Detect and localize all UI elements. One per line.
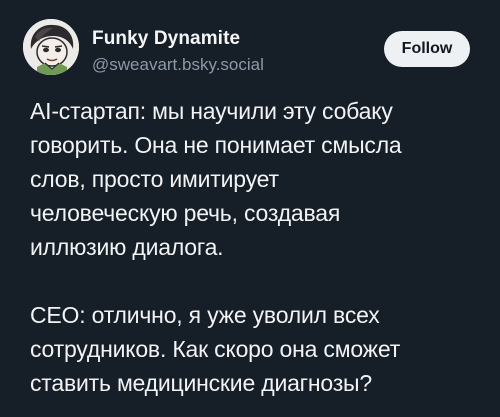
follow-button[interactable]: Follow <box>384 31 470 67</box>
post-text-line: слов, просто имитирует <box>30 166 279 192</box>
cartoon-avatar-icon <box>23 19 79 75</box>
author-handle[interactable]: @sweavart.bsky.social <box>92 55 264 75</box>
post-card: Funky Dynamite @sweavart.bsky.social Fol… <box>0 0 500 417</box>
post-text: AI-стартап: мы научили эту собаку говори… <box>30 94 482 400</box>
post-text-line: ставить медицинские диагнозы? <box>30 370 372 396</box>
author-display-name[interactable]: Funky Dynamite <box>92 28 240 50</box>
post-text-line: иллюзию диалога. <box>30 234 224 260</box>
post-text-line: человеческую речь, создавая <box>30 200 341 226</box>
post-text-line: говорить. Она не понимает смысла <box>30 132 402 158</box>
post-text-line: CEO: отлично, я уже уволил всех <box>30 302 380 328</box>
avatar[interactable] <box>23 19 79 75</box>
post-text-line: AI-стартап: мы научили эту собаку <box>30 98 393 124</box>
post-text-line: сотрудников. Как скоро она сможет <box>30 336 401 362</box>
